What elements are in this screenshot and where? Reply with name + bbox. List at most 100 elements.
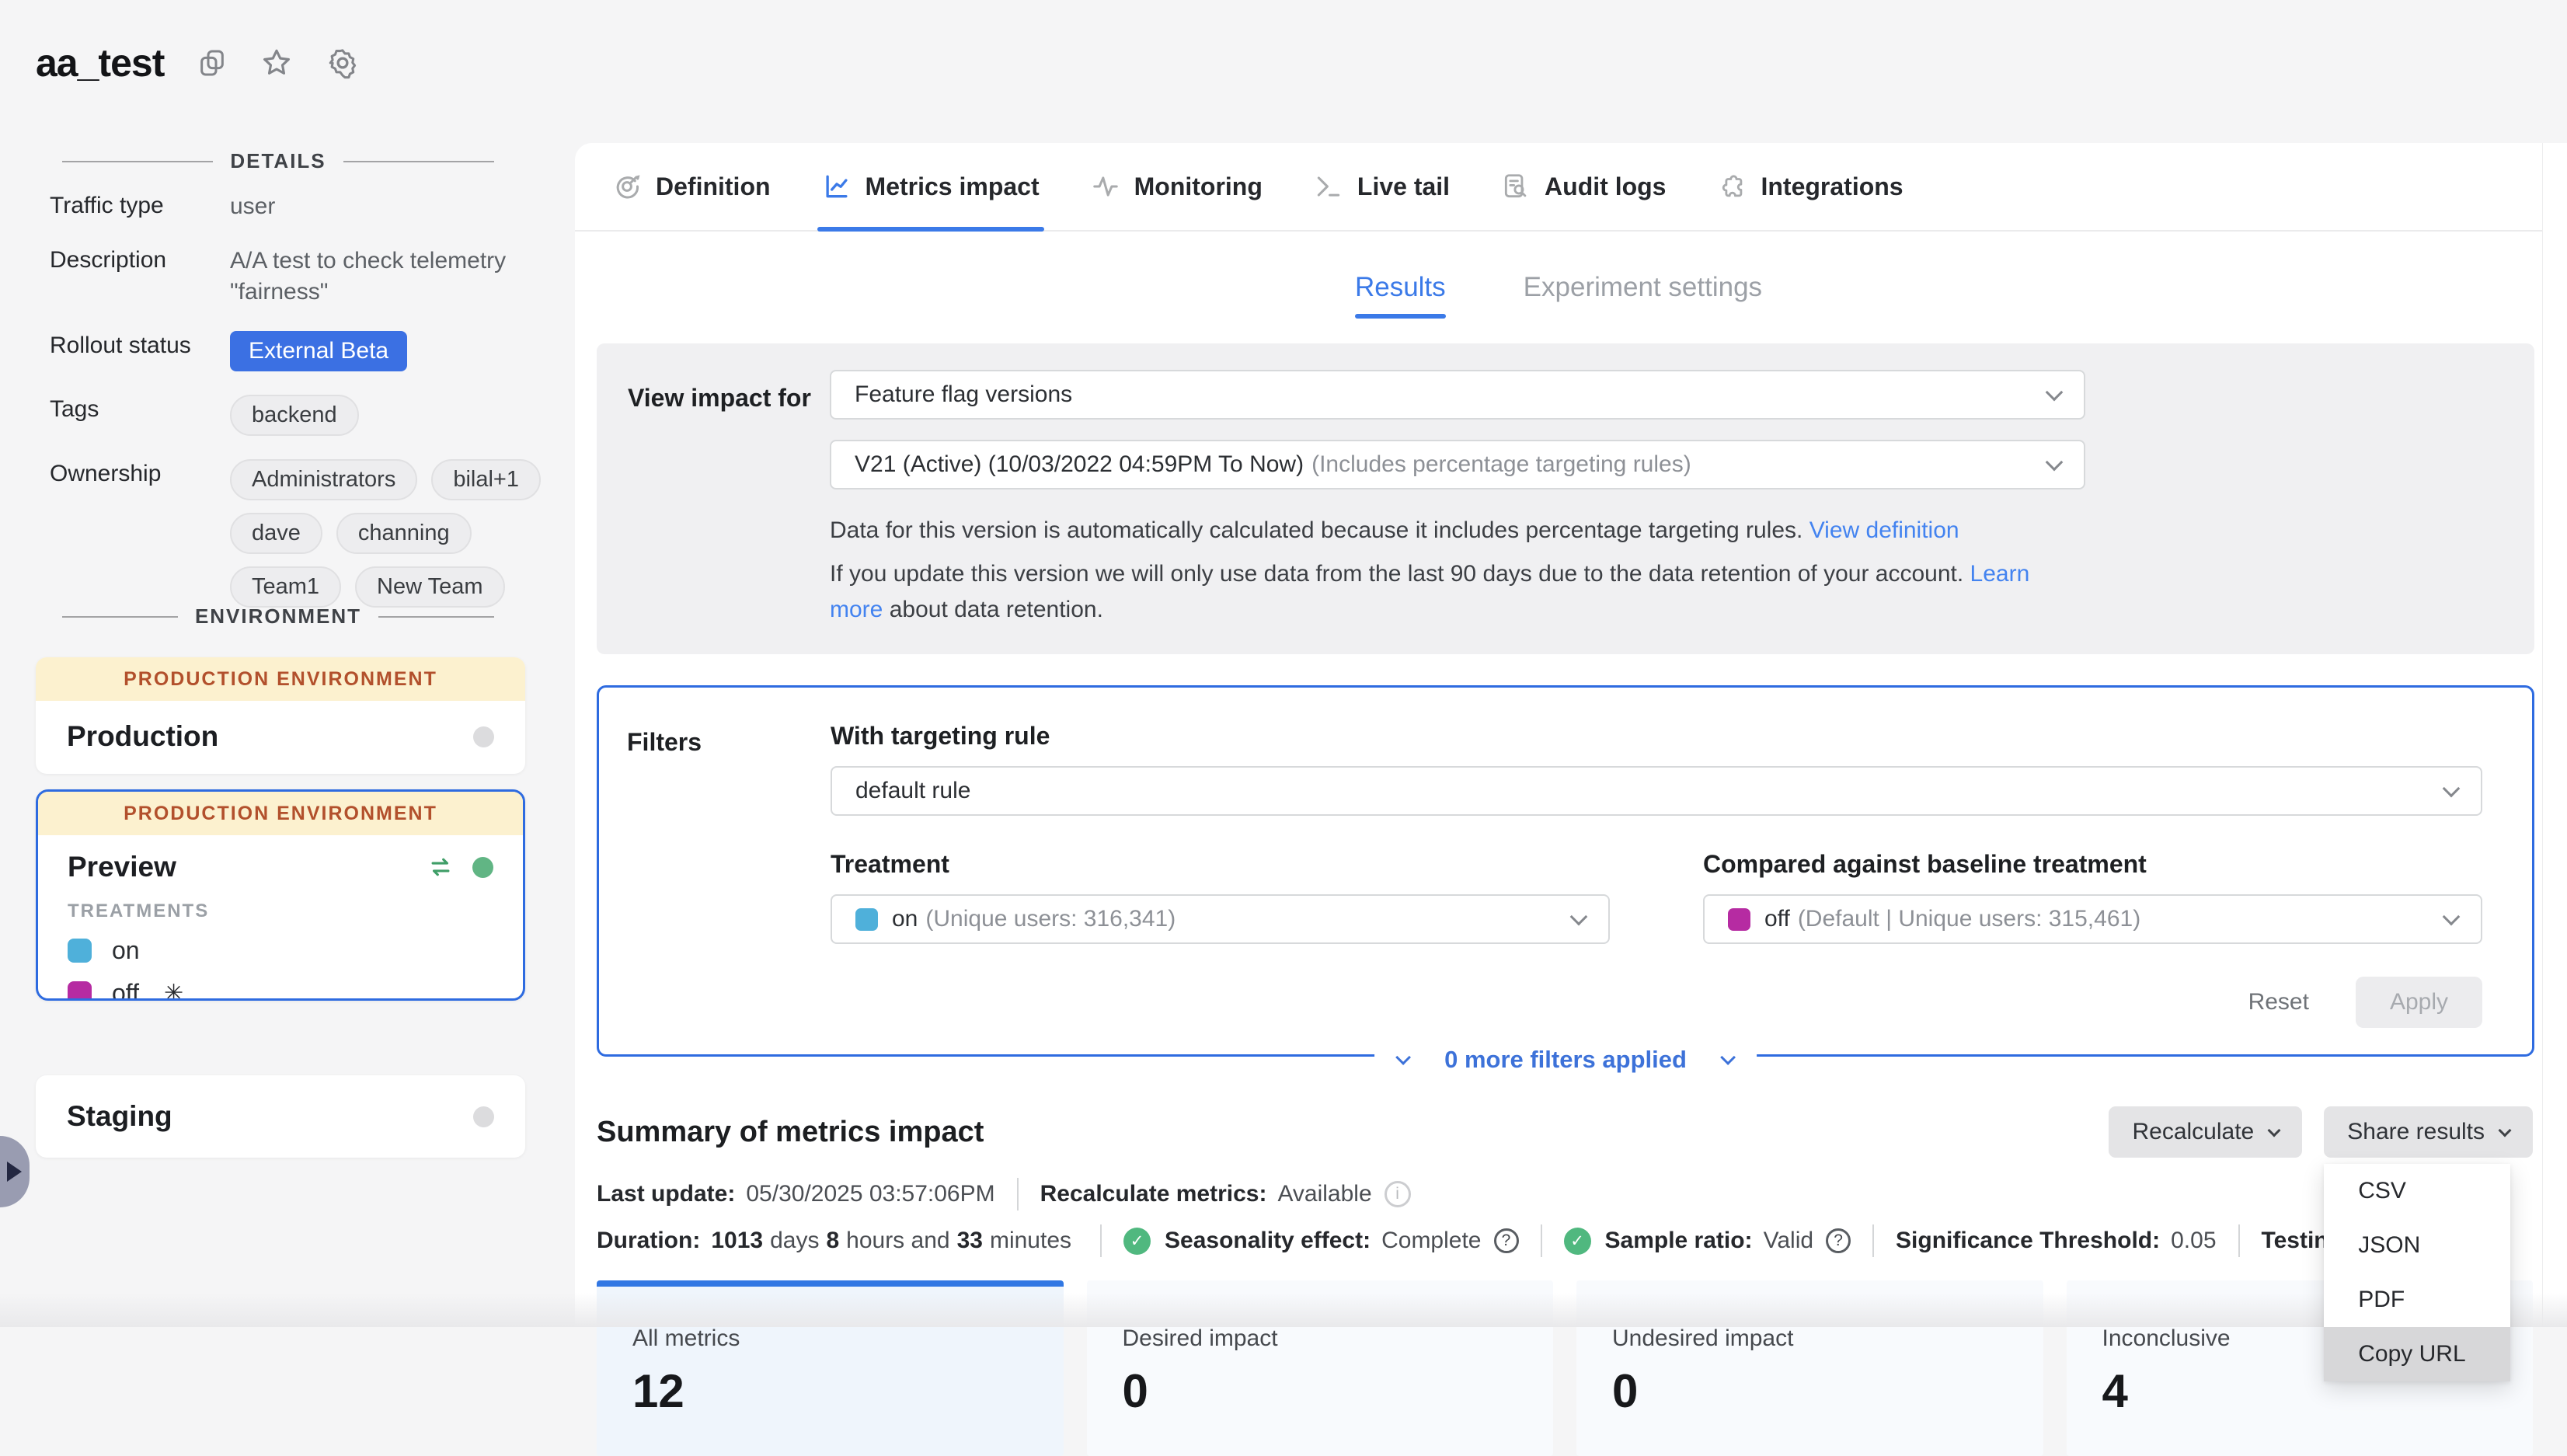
owner-pill[interactable]: dave [230, 513, 322, 554]
duration-hours-word: hours and [846, 1228, 949, 1253]
help-icon[interactable]: ? [1494, 1228, 1519, 1253]
production-env-banner: PRODUCTION ENVIRONMENT [36, 657, 525, 701]
retention-note-suffix: about data retention. [890, 597, 1103, 622]
tab-audit-logs[interactable]: Audit logs [1501, 143, 1666, 230]
targeting-rule-label: With targeting rule [831, 722, 2482, 751]
treatment-value-name: on [892, 906, 918, 932]
details-section-label: DETAILS [230, 149, 326, 173]
view-definition-link[interactable]: View definition [1809, 517, 1959, 543]
version-auto-note-text: Data for this version is automatically c… [830, 517, 1802, 543]
treatment-dropdown[interactable]: on (Unique users: 316,341) [831, 894, 1610, 944]
version-auto-note: Data for this version is automatically c… [830, 513, 2085, 549]
summary-meta-row-1: Last update: 05/30/2025 03:57:06PM Recal… [597, 1178, 2533, 1210]
gear-icon[interactable] [326, 46, 360, 80]
owner-pill[interactable]: New Team [355, 566, 504, 608]
chevron-down-icon [1570, 908, 1588, 926]
scrollbar-track[interactable] [2542, 143, 2567, 1327]
treatment-on-name: on [112, 936, 140, 965]
treatment-off-name: off [112, 979, 139, 1001]
duration-minutes-num: 33 [957, 1228, 983, 1253]
retention-note-text: If you update this version we will only … [830, 561, 1963, 587]
baseline-value-detail: (Default | Unique users: 315,461) [1798, 906, 2140, 932]
metric-card-label: Desired impact [1123, 1325, 1554, 1352]
view-impact-panel: View impact for Feature flag versions V2… [597, 343, 2534, 654]
metric-card-desired-impact[interactable]: Desired impact 0 [1087, 1280, 1554, 1456]
info-icon[interactable]: i [1385, 1181, 1411, 1207]
env-name-staging: Staging [67, 1100, 172, 1133]
details-list: Traffic type user Description A/A test t… [50, 191, 528, 608]
separator [1100, 1224, 1102, 1257]
sidebar-expand-handle[interactable] [0, 1136, 30, 1207]
more-filters-label: 0 more filters applied [1444, 1046, 1687, 1074]
help-icon[interactable]: ? [1826, 1228, 1851, 1253]
divider-line [343, 161, 494, 162]
tab-label: Integrations [1761, 172, 1903, 201]
impact-source-value: Feature flag versions [855, 381, 1072, 408]
metric-card-value: 12 [632, 1364, 1064, 1418]
recalculate-button-label: Recalculate [2132, 1119, 2254, 1145]
env-card-preview[interactable]: PRODUCTION ENVIRONMENT Preview TREATMENT… [36, 789, 525, 1001]
reset-button[interactable]: Reset [2248, 989, 2309, 1015]
tab-monitoring[interactable]: Monitoring [1091, 143, 1263, 230]
owner-pill[interactable]: Team1 [230, 566, 341, 608]
share-results-button-label: Share results [2347, 1119, 2485, 1145]
baseline-dropdown[interactable]: off (Default | Unique users: 315,461) [1703, 894, 2482, 944]
targeting-rule-dropdown[interactable]: default rule [831, 766, 2482, 816]
env-card-production[interactable]: PRODUCTION ENVIRONMENT Production [36, 657, 525, 774]
check-circle-icon: ✓ [1564, 1228, 1591, 1255]
chevron-right-icon [7, 1162, 22, 1182]
impact-source-dropdown[interactable]: Feature flag versions [830, 370, 2085, 420]
description-label: Description [50, 246, 230, 273]
tab-definition[interactable]: Definition [612, 143, 771, 230]
more-filters-toggle[interactable]: 0 more filters applied [1374, 1046, 1757, 1074]
baseline-value-name: off [1764, 906, 1790, 932]
env-card-staging[interactable]: Staging [36, 1075, 525, 1158]
environment-section-divider: ENVIRONMENT [62, 604, 494, 629]
main-panel: Definition Metrics impact Monitoring Liv… [575, 143, 2542, 1327]
copy-icon[interactable] [197, 47, 228, 78]
tag-pill[interactable]: backend [230, 395, 359, 436]
flag-header: aa_test [36, 40, 360, 85]
star-icon[interactable] [260, 47, 293, 79]
owner-pill[interactable]: channing [336, 513, 472, 554]
treatment-on-swatch [68, 939, 92, 963]
chevron-down-icon [2443, 780, 2461, 798]
menu-item-csv[interactable]: CSV [2324, 1164, 2510, 1218]
metric-card-label: Undesired impact [1612, 1325, 2043, 1352]
duration-hours-num: 8 [826, 1228, 839, 1253]
menu-item-json[interactable]: JSON [2324, 1218, 2510, 1273]
rollout-status-badge[interactable]: External Beta [230, 331, 407, 371]
results-subtabs: Results Experiment settings [575, 263, 2542, 312]
separator [1017, 1178, 1019, 1210]
recalculate-metrics-value: Available [1277, 1181, 1371, 1207]
subtab-results[interactable]: Results [1355, 272, 1446, 303]
tab-integrations[interactable]: Integrations [1717, 143, 1903, 230]
subtab-experiment-settings[interactable]: Experiment settings [1524, 272, 1762, 303]
filters-label: Filters [627, 728, 702, 757]
traffic-type-label: Traffic type [50, 191, 230, 219]
owner-pill[interactable]: bilal+1 [431, 459, 541, 500]
chevron-down-icon [2499, 1123, 2512, 1137]
metric-summary-cards: All metrics 12 Desired impact 0 Undesire… [597, 1280, 2533, 1456]
duration-days-num: 1013 [711, 1228, 763, 1253]
tab-label: Live tail [1357, 172, 1450, 201]
chevron-down-icon [2046, 384, 2064, 402]
chevron-down-icon [1720, 1050, 1736, 1065]
metric-card-all-metrics[interactable]: All metrics 12 [597, 1280, 1064, 1456]
description-value: A/A test to check telemetry "fairness" [230, 246, 517, 308]
metric-card-undesired-impact[interactable]: Undesired impact 0 [1576, 1280, 2043, 1456]
recalculate-button[interactable]: Recalculate [2109, 1106, 2302, 1158]
menu-item-copy-url[interactable]: Copy URL [2324, 1327, 2510, 1381]
apply-button[interactable]: Apply [2356, 977, 2482, 1028]
share-results-menu: CSV JSON PDF Copy URL [2324, 1164, 2510, 1381]
duration-label: Duration: [597, 1228, 700, 1254]
owner-pill[interactable]: Administrators [230, 459, 417, 500]
version-note: (Includes percentage targeting rules) [1311, 451, 1691, 478]
version-dropdown[interactable]: V21 (Active) (10/03/2022 04:59PM To Now)… [830, 440, 2085, 489]
chevron-down-icon [1395, 1050, 1411, 1065]
tab-metrics-impact[interactable]: Metrics impact [822, 143, 1040, 230]
share-results-button[interactable]: Share results CSV JSON PDF Copy URL [2324, 1106, 2533, 1158]
tab-live-tail[interactable]: Live tail [1314, 143, 1450, 230]
seasonality-value: Complete [1381, 1228, 1481, 1254]
menu-item-pdf[interactable]: PDF [2324, 1273, 2510, 1327]
